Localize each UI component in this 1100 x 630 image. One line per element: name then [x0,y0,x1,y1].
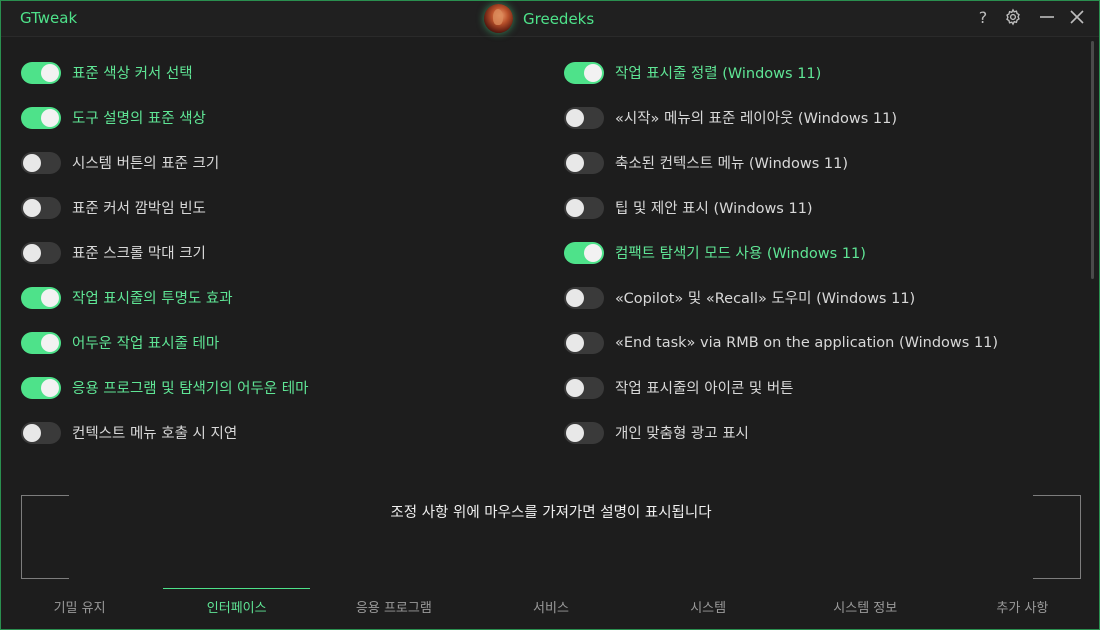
toggle-switch[interactable] [564,61,604,84]
toggle-switch[interactable] [564,106,604,129]
app-window: GTweak Greedeks ? 표준 색상 커서 선택도구 설명의 표준 색… [0,0,1100,630]
left-toggle-row[interactable]: 응용 프로그램 및 탐색기의 어두운 테마 [21,365,308,410]
tab-item[interactable]: 시스템 정보 [787,588,944,629]
left-toggle-row[interactable]: 표준 스크롤 막대 크기 [21,230,308,275]
toggle-switch[interactable] [564,421,604,444]
description-panel: 조정 사항 위에 마우스를 가져가면 설명이 표시됩니다 [21,495,1081,579]
toggle-knob [566,423,584,442]
toggle-switch[interactable] [564,286,604,309]
toggle-switch[interactable] [21,286,61,309]
toggle-knob [584,243,602,262]
bottom-tab-bar: 기밀 유지 인터페이스 응용 프로그램 서비스 시스템 시스템 정보 추가 사항 [1,588,1099,629]
minimize-icon[interactable] [1037,8,1057,28]
toggle-switch[interactable] [21,331,61,354]
toggle-switch[interactable] [21,61,61,84]
right-toggle-row[interactable]: 축소된 컨텍스트 메뉴 (Windows 11) [564,140,998,185]
toggle-switch[interactable] [21,196,61,219]
toggle-label: 개인 맞춤형 광고 표시 [615,426,749,442]
left-toggle-row[interactable]: 표준 커서 깜박임 빈도 [21,185,308,230]
toggle-switch[interactable] [21,421,61,444]
right-toggle-row[interactable]: «시작» 메뉴의 표준 레이아웃 (Windows 11) [564,95,998,140]
tab-item[interactable]: 기밀 유지 [1,588,158,629]
toggle-knob [41,288,59,307]
right-toggle-row[interactable]: «Copilot» 및 «Recall» 도우미 (Windows 11) [564,275,998,320]
right-toggle-row[interactable]: 팁 및 제안 표시 (Windows 11) [564,185,998,230]
help-icon[interactable]: ? [973,8,993,28]
description-text: 조정 사항 위에 마우스를 가져가면 설명이 표시됩니다 [390,505,712,521]
toggle-knob [566,198,584,217]
gear-icon[interactable] [1003,8,1023,28]
toggle-label: 어두운 작업 표시줄 테마 [72,336,220,352]
left-toggle-row[interactable]: 도구 설명의 표준 색상 [21,95,308,140]
toggle-label: 표준 커서 깜박임 빈도 [72,201,206,217]
toggle-knob [584,63,602,82]
toggle-label: 시스템 버튼의 표준 크기 [72,156,220,172]
toggle-switch[interactable] [21,106,61,129]
toggle-switch[interactable] [21,376,61,399]
toggle-knob [566,288,584,307]
toggle-switch[interactable] [564,331,604,354]
tab-item[interactable]: 인터페이스 [158,588,315,629]
toggle-label: 응용 프로그램 및 탐색기의 어두운 테마 [72,381,309,397]
left-toggle-row[interactable]: 컨텍스트 메뉴 호출 시 지연 [21,410,308,455]
toggle-knob [23,423,41,442]
toggle-switch[interactable] [564,376,604,399]
right-toggle-row[interactable]: 작업 표시줄의 아이콘 및 버튼 [564,365,998,410]
toggle-knob [566,333,584,352]
toggle-label: «End task» via RMB on the application (W… [615,334,999,351]
title-bar[interactable]: GTweak Greedeks ? [1,1,1099,37]
tab-item[interactable]: 시스템 [630,588,787,629]
left-toggle-row[interactable]: 표준 색상 커서 선택 [21,50,308,95]
toggle-knob [41,333,59,352]
username: Greedeks [523,9,595,28]
right-toggle-row[interactable]: «End task» via RMB on the application (W… [564,320,998,365]
toggle-label: «Copilot» 및 «Recall» 도우미 (Windows 11) [615,291,916,307]
right-toggle-row[interactable]: 개인 맞춤형 광고 표시 [564,410,998,455]
toggle-knob [23,153,41,172]
toggle-switch[interactable] [21,241,61,264]
tab-item[interactable]: 서비스 [472,588,629,629]
toggle-label: 축소된 컨텍스트 메뉴 (Windows 11) [615,156,848,172]
scrollbar-thumb[interactable] [1091,41,1094,279]
left-toggle-row[interactable]: 시스템 버튼의 표준 크기 [21,140,308,185]
toggle-label: 작업 표시줄 정렬 (Windows 11) [615,66,822,82]
toggle-switch[interactable] [564,196,604,219]
toggle-knob [566,378,584,397]
toggle-label: 표준 스크롤 막대 크기 [72,246,206,262]
toggle-label: 컨텍스트 메뉴 호출 시 지연 [72,426,238,442]
toggle-label: 컴팩트 탐색기 모드 사용 (Windows 11) [615,246,866,262]
toggle-knob [23,243,41,262]
toggle-knob [566,108,584,127]
user-profile[interactable]: Greedeks [484,3,594,34]
toggle-knob [23,198,41,217]
toggle-label: 팁 및 제안 표시 (Windows 11) [615,201,813,217]
toggle-switch[interactable] [564,241,604,264]
tab-item[interactable]: 응용 프로그램 [315,588,472,629]
app-title: GTweak [20,9,78,27]
toggle-label: 작업 표시줄의 아이콘 및 버튼 [615,381,794,397]
tab-item[interactable]: 추가 사항 [944,588,1099,629]
right-toggle-row[interactable]: 작업 표시줄 정렬 (Windows 11) [564,50,998,95]
toggle-knob [41,63,59,82]
right-toggle-list: 작업 표시줄 정렬 (Windows 11) «시작» 메뉴의 표준 레이아웃 (… [564,50,998,455]
toggle-label: 도구 설명의 표준 색상 [72,111,206,127]
avatar[interactable] [484,4,513,33]
toggle-switch[interactable] [21,151,61,174]
right-toggle-row[interactable]: 컴팩트 탐색기 모드 사용 (Windows 11) [564,230,998,275]
toggle-knob [566,153,584,172]
toggle-label: «시작» 메뉴의 표준 레이아웃 (Windows 11) [615,111,898,127]
toggle-label: 작업 표시줄의 투명도 효과 [72,291,233,307]
left-toggle-row[interactable]: 작업 표시줄의 투명도 효과 [21,275,308,320]
toggle-switch[interactable] [564,151,604,174]
close-icon[interactable] [1067,8,1087,28]
toggle-label: 표준 색상 커서 선택 [72,66,193,82]
toggle-knob [41,378,59,397]
left-toggle-row[interactable]: 어두운 작업 표시줄 테마 [21,320,308,365]
toggle-knob [41,108,59,127]
left-toggle-list: 표준 색상 커서 선택도구 설명의 표준 색상시스템 버튼의 표준 크기표준 커… [21,50,308,455]
